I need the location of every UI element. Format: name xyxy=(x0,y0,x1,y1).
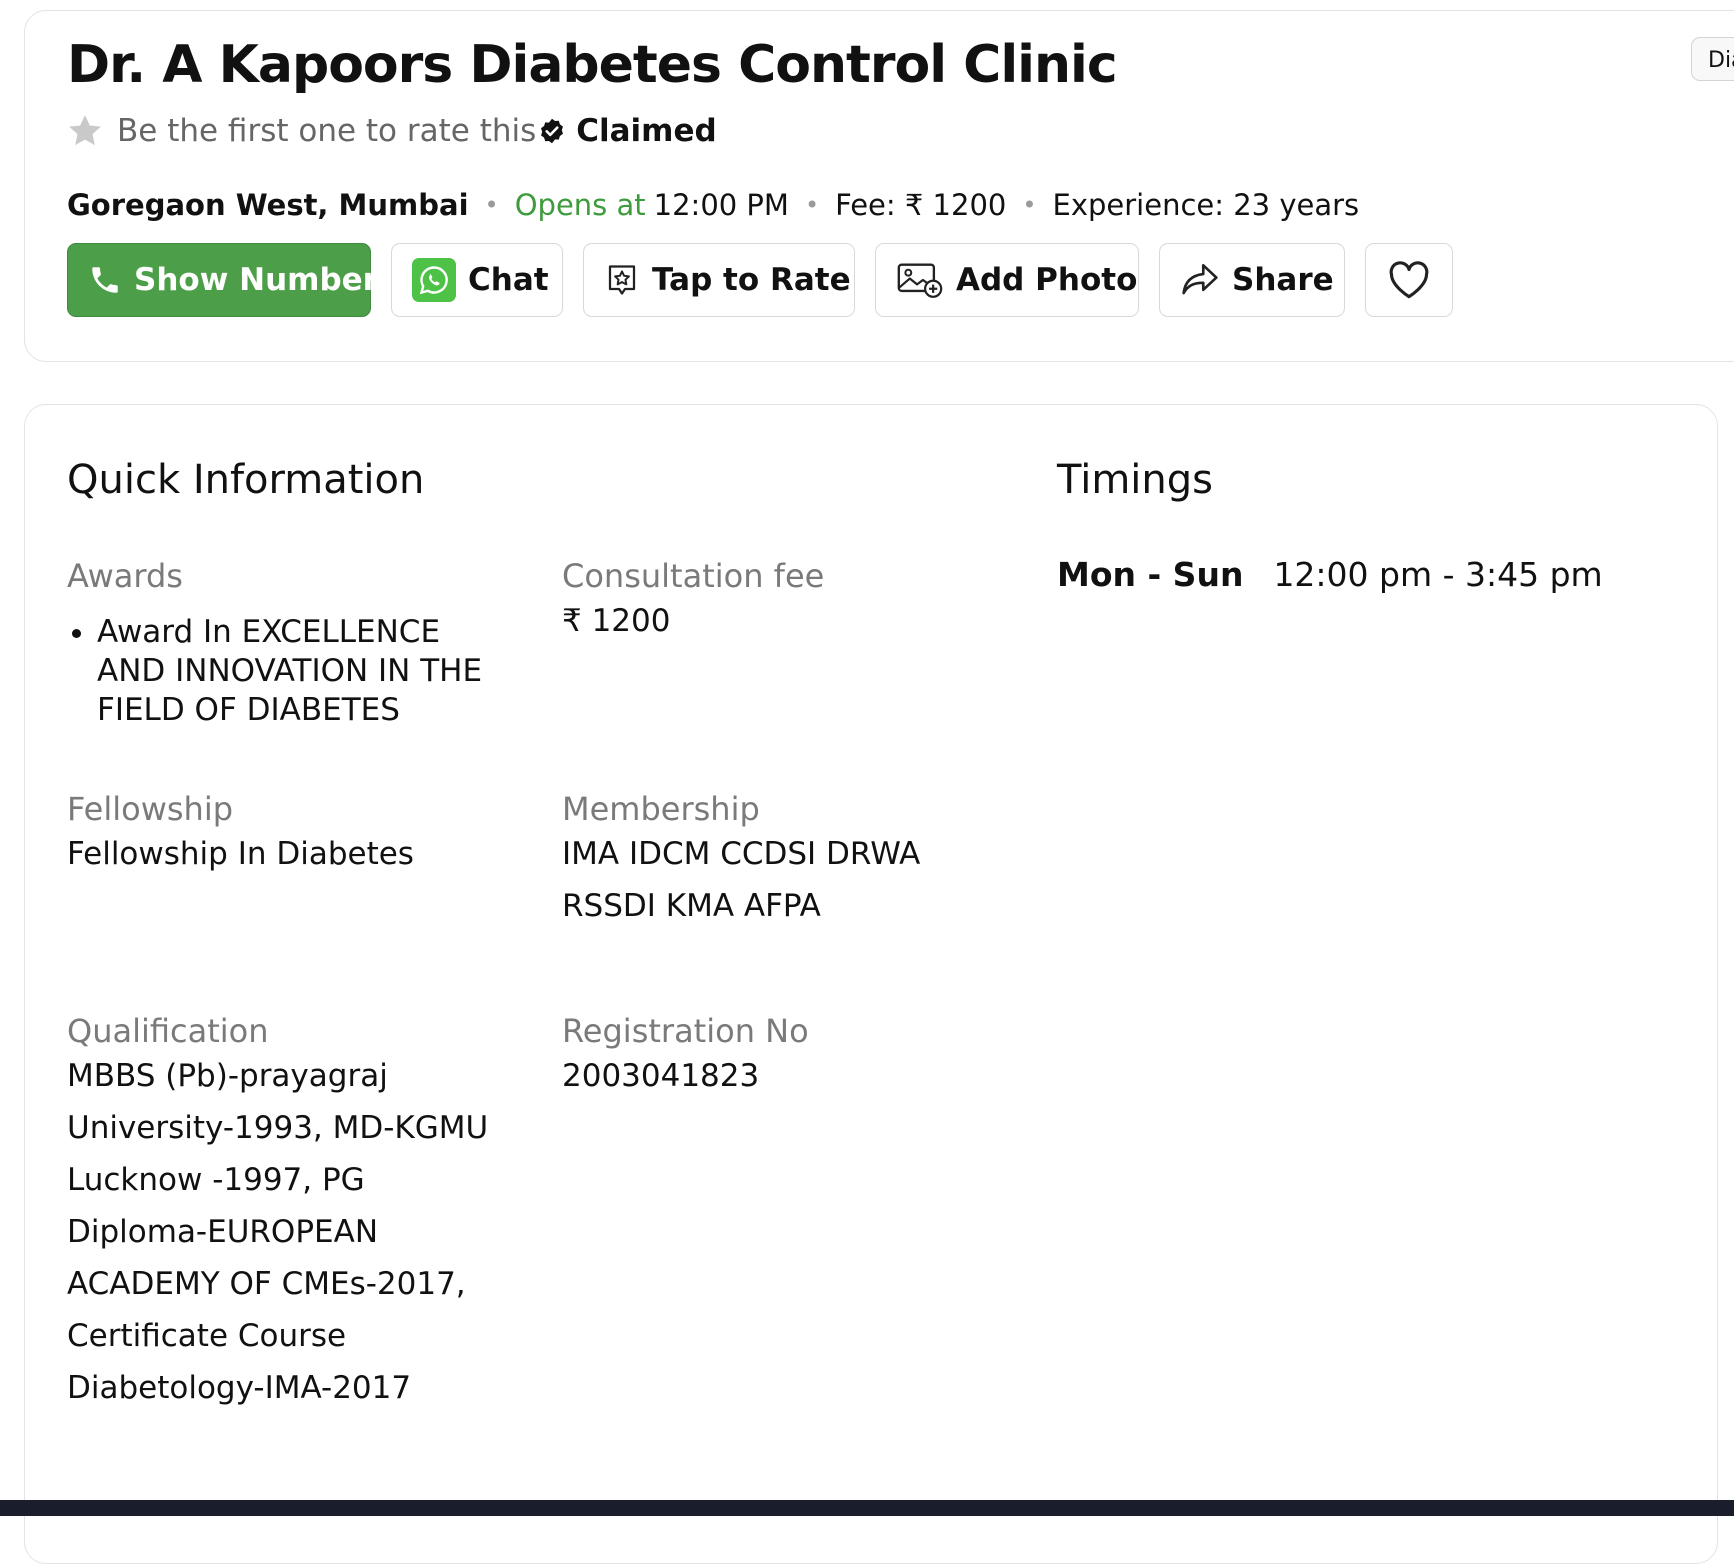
heart-icon xyxy=(1389,261,1429,299)
fellowship-label: Fellowship xyxy=(67,790,234,828)
share-label: Share xyxy=(1232,262,1334,298)
fellowship-value: Fellowship In Diabetes xyxy=(67,836,414,872)
verified-check-icon xyxy=(541,118,564,144)
consultation-fee-label: Consultation fee xyxy=(562,557,825,595)
favorite-button[interactable] xyxy=(1365,243,1453,317)
share-arrow-icon xyxy=(1182,263,1218,295)
separator-dot: • xyxy=(484,191,499,219)
experience-text: Experience: 23 years xyxy=(1052,188,1360,222)
add-photo-label: Add Photo xyxy=(956,262,1138,298)
separator-dot: • xyxy=(804,191,820,219)
tap-to-rate-label: Tap to Rate xyxy=(652,262,851,298)
rating-prompt[interactable]: Be the first one to rate this xyxy=(117,113,536,149)
membership-value-line2: RSSDI KMA AFPA xyxy=(562,888,821,924)
chat-button[interactable]: Chat xyxy=(391,243,563,317)
quick-information-card: Quick Information Timings Awards Award I… xyxy=(24,404,1718,1564)
qualification-label: Qualification xyxy=(67,1012,269,1050)
clinic-header-card: Dr. A Kapoors Diabetes Control Clinic Di… xyxy=(24,10,1734,362)
opens-time: 12:00 PM xyxy=(653,188,789,222)
timings-row: Mon - Sun 12:00 pm - 3:45 pm xyxy=(1057,555,1603,594)
add-photo-icon xyxy=(897,263,943,298)
awards-label: Awards xyxy=(67,557,183,595)
phone-icon xyxy=(92,267,118,293)
awards-list: Award In EXCELLENCE AND INNOVATION IN TH… xyxy=(67,613,517,730)
consultation-fee-value: ₹ 1200 xyxy=(562,603,671,639)
chat-label: Chat xyxy=(468,262,549,298)
add-photo-button[interactable]: Add Photo xyxy=(875,243,1139,317)
show-number-button[interactable]: Show Number xyxy=(67,243,378,317)
quick-information-title: Quick Information xyxy=(67,457,425,503)
tap-to-rate-button[interactable]: Tap to Rate xyxy=(583,243,855,317)
rating-row: Be the first one to rate this Claimed xyxy=(65,109,717,153)
registration-value: 2003041823 xyxy=(562,1058,760,1094)
clinic-meta-row: Goregaon West, Mumbai • Opens at 12:00 P… xyxy=(67,185,1359,225)
location-text[interactable]: Goregaon West, Mumbai xyxy=(67,188,469,222)
qualification-value: MBBS (Pb)-prayagraj University-1993, MD-… xyxy=(67,1058,489,1406)
action-buttons: Show Number Chat Tap to Rate Add Photo S… xyxy=(67,243,1453,317)
star-icon[interactable] xyxy=(65,111,105,151)
rate-star-icon xyxy=(608,265,636,295)
membership-value-line1: IMA IDCM CCDSI DRWA xyxy=(562,836,921,872)
opens-label: Opens at xyxy=(514,188,646,222)
category-tag-chip[interactable]: Dia xyxy=(1691,37,1734,81)
show-number-label: Show Number xyxy=(134,262,378,298)
timings-hours: 12:00 pm - 3:45 pm xyxy=(1273,555,1603,594)
registration-label: Registration No xyxy=(562,1012,809,1050)
fee-text: Fee: ₹ 1200 xyxy=(835,188,1007,222)
list-item: Award In EXCELLENCE AND INNOVATION IN TH… xyxy=(97,613,517,730)
share-button[interactable]: Share xyxy=(1159,243,1345,317)
bottom-bar xyxy=(0,1500,1734,1516)
claimed-label: Claimed xyxy=(576,113,717,149)
timings-title: Timings xyxy=(1057,457,1213,503)
membership-label: Membership xyxy=(562,790,760,828)
separator-dot: • xyxy=(1022,191,1037,219)
whatsapp-icon xyxy=(412,258,456,302)
timings-days: Mon - Sun xyxy=(1057,555,1244,594)
clinic-title: Dr. A Kapoors Diabetes Control Clinic xyxy=(67,35,1118,95)
